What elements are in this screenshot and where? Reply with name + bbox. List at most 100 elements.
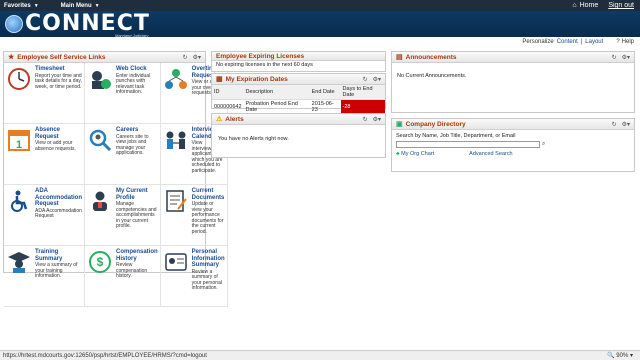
calendar-icon: 1 xyxy=(6,127,32,153)
tile-title: My Current Profile xyxy=(116,188,148,201)
expiration-table: ID Description End Date Days to End Date… xyxy=(212,85,385,114)
licenses-header: Employee Expiring Licenses xyxy=(212,52,385,61)
favorites-label: Favorites xyxy=(4,2,31,9)
tile-personal-info[interactable]: Personal Information Summary Review a sum… xyxy=(160,246,228,307)
directory-search-input[interactable] xyxy=(396,141,540,148)
tile-desc: Enter individual punches with relevant t… xyxy=(116,72,151,96)
refresh-icon[interactable]: ↻ xyxy=(183,54,188,61)
main-menu[interactable]: Main Menu ▼ xyxy=(61,3,100,9)
personalize-layout-link[interactable]: Layout xyxy=(585,39,603,45)
top-menu-bar: Favorites ▼ Main Menu ▼ ⌂ Home Sign out xyxy=(0,0,640,11)
home-icon: ⌂ xyxy=(572,2,577,9)
tile-title: Careers xyxy=(116,127,139,133)
tile-ada[interactable]: ADA Accommodation Request ADA Accommodati… xyxy=(4,185,85,246)
favorites-menu[interactable]: Favorites ▼ xyxy=(4,3,39,9)
expiration-title: My Expiration Dates xyxy=(225,75,288,83)
help-link[interactable]: ? Help xyxy=(616,39,634,45)
gear-icon[interactable]: ⚙▾ xyxy=(193,54,201,61)
gear-icon[interactable]: ⚙▾ xyxy=(373,116,381,123)
calendar-icon: ▦ xyxy=(216,76,223,83)
alerts-text: You have no Alerts right now. xyxy=(218,136,289,142)
profile-icon xyxy=(87,188,113,214)
zoom-control[interactable]: 🔍 90% ▾ xyxy=(607,352,633,359)
org-chart-label: My Org Chart xyxy=(401,151,435,157)
org-chart-link[interactable]: ♣ My Org Chart xyxy=(396,151,434,157)
org-chart-icon: ▣ xyxy=(396,121,403,128)
directory-panel: ▣ Company Directory ↻ ⚙▾ Search by Name, … xyxy=(391,118,635,172)
gear-icon[interactable]: ⚙▾ xyxy=(373,76,381,83)
table-cell: 2015-06-23 xyxy=(311,101,334,113)
help-label: Help xyxy=(621,39,634,45)
tile-title: Compensation History xyxy=(116,249,158,262)
overtime-icon xyxy=(163,66,189,92)
tile-careers[interactable]: Careers Careers site to view jobs and man… xyxy=(85,124,161,185)
tile-title: Web Clock xyxy=(116,66,147,72)
warning-icon: ⚠ xyxy=(216,116,223,123)
advanced-search-link[interactable]: Advanced Search xyxy=(469,151,512,157)
tile-desc: View or add your absence requests. xyxy=(35,140,76,152)
tile-training[interactable]: Training Summary View a summary of your t… xyxy=(4,246,85,307)
tile-title: Timesheet xyxy=(35,66,65,72)
directory-header: ▣ Company Directory ↻ ⚙▾ xyxy=(392,119,634,130)
announcements-header: ▤ Announcements ↻ ⚙▾ xyxy=(392,52,634,63)
expiration-header: ▦ My Expiration Dates ↻ ⚙▾ xyxy=(212,74,385,85)
directory-title: Company Directory xyxy=(405,120,466,128)
tile-title: Training Summary xyxy=(35,249,63,262)
column-header: Description xyxy=(243,85,310,100)
tile-timesheet[interactable]: Timesheet Report your time and task detai… xyxy=(4,63,85,124)
table-row: 000000642 Probation Period End Date 2015… xyxy=(212,99,385,114)
expiration-panel: ▦ My Expiration Dates ↻ ⚙▾ ID Description… xyxy=(211,73,386,114)
zoom-level: 90% xyxy=(616,353,629,359)
gear-icon[interactable]: ⚙▾ xyxy=(622,54,630,61)
document-icon xyxy=(163,188,189,214)
home-link[interactable]: ⌂ Home xyxy=(572,2,598,9)
licenses-panel: Employee Expiring Licenses No expiring l… xyxy=(211,51,386,72)
web-clock-icon xyxy=(87,66,113,92)
separator: | xyxy=(580,39,583,45)
svg-text:$: $ xyxy=(97,255,104,269)
column-header: End Date xyxy=(309,85,341,100)
tile-desc: Review compensation history. xyxy=(116,262,148,280)
globe-icon xyxy=(5,15,23,33)
tile-title: ADA Accommodation Request xyxy=(35,188,83,207)
alerts-title: Alerts xyxy=(225,115,244,123)
search-icon[interactable]: ⌕ xyxy=(542,141,545,148)
logo-subtitle: Maryland Judiciary xyxy=(115,33,149,38)
alerts-panel: ⚠ Alerts ↻ ⚙▾ You have no Alerts right no… xyxy=(211,113,386,158)
tile-compensation[interactable]: $ Compensation History Review compensatio… xyxy=(85,246,161,307)
ess-panel: ★ Employee Self Service Links ↻ ⚙▾ Timesh… xyxy=(3,51,228,307)
tile-profile[interactable]: My Current Profile Manage competencies an… xyxy=(85,185,161,246)
tile-desc: ADA Accommodation Request xyxy=(35,207,82,220)
logo: CONNECT Maryland Judiciary xyxy=(5,11,150,38)
banner: CONNECT Maryland Judiciary xyxy=(0,11,640,38)
tile-desc: Update or view your performance document… xyxy=(191,201,224,235)
star-icon: ★ xyxy=(8,54,15,61)
announcements-title: Announcements xyxy=(405,53,457,61)
refresh-icon[interactable]: ↻ xyxy=(363,116,368,123)
main-menu-label: Main Menu xyxy=(60,2,92,9)
tile-title: Current Documents xyxy=(191,188,225,201)
personal-info-icon xyxy=(163,249,189,275)
signout-link[interactable]: Sign out xyxy=(608,2,634,9)
tile-desc: Manage competencies and accomplishments … xyxy=(116,201,157,230)
personalize-bar: Personalize Content | Layout ? Help xyxy=(522,39,634,45)
announcements-text: No Current Announcements. xyxy=(397,73,467,79)
graduation-icon xyxy=(6,249,32,275)
help-icon: ? xyxy=(616,39,620,45)
logo-text: CONNECT xyxy=(25,11,150,36)
refresh-icon[interactable]: ↻ xyxy=(612,121,617,128)
careers-icon xyxy=(87,127,113,153)
tile-desc: Report your time and task details for a … xyxy=(35,72,82,90)
tile-documents[interactable]: Current Documents Update or view your per… xyxy=(160,185,228,246)
refresh-icon[interactable]: ↻ xyxy=(612,54,617,61)
tile-absence[interactable]: 1 Absence Request View or add your absenc… xyxy=(4,124,85,185)
gear-icon[interactable]: ⚙▾ xyxy=(622,121,630,128)
status-url: https://hrtest.mdcourts.gov:12650/psp/hr… xyxy=(3,352,207,359)
personalize-content-link[interactable]: Content xyxy=(557,39,578,45)
alerts-header: ⚠ Alerts ↻ ⚙▾ xyxy=(212,114,385,125)
directory-label: Search by Name, Job Title, Department, o… xyxy=(396,133,516,139)
chevron-down-icon: ▼ xyxy=(94,2,100,9)
refresh-icon[interactable]: ↻ xyxy=(363,76,368,83)
tile-web-clock[interactable]: Web Clock Enter individual punches with r… xyxy=(85,63,161,124)
licenses-title: Employee Expiring Licenses xyxy=(216,52,305,60)
